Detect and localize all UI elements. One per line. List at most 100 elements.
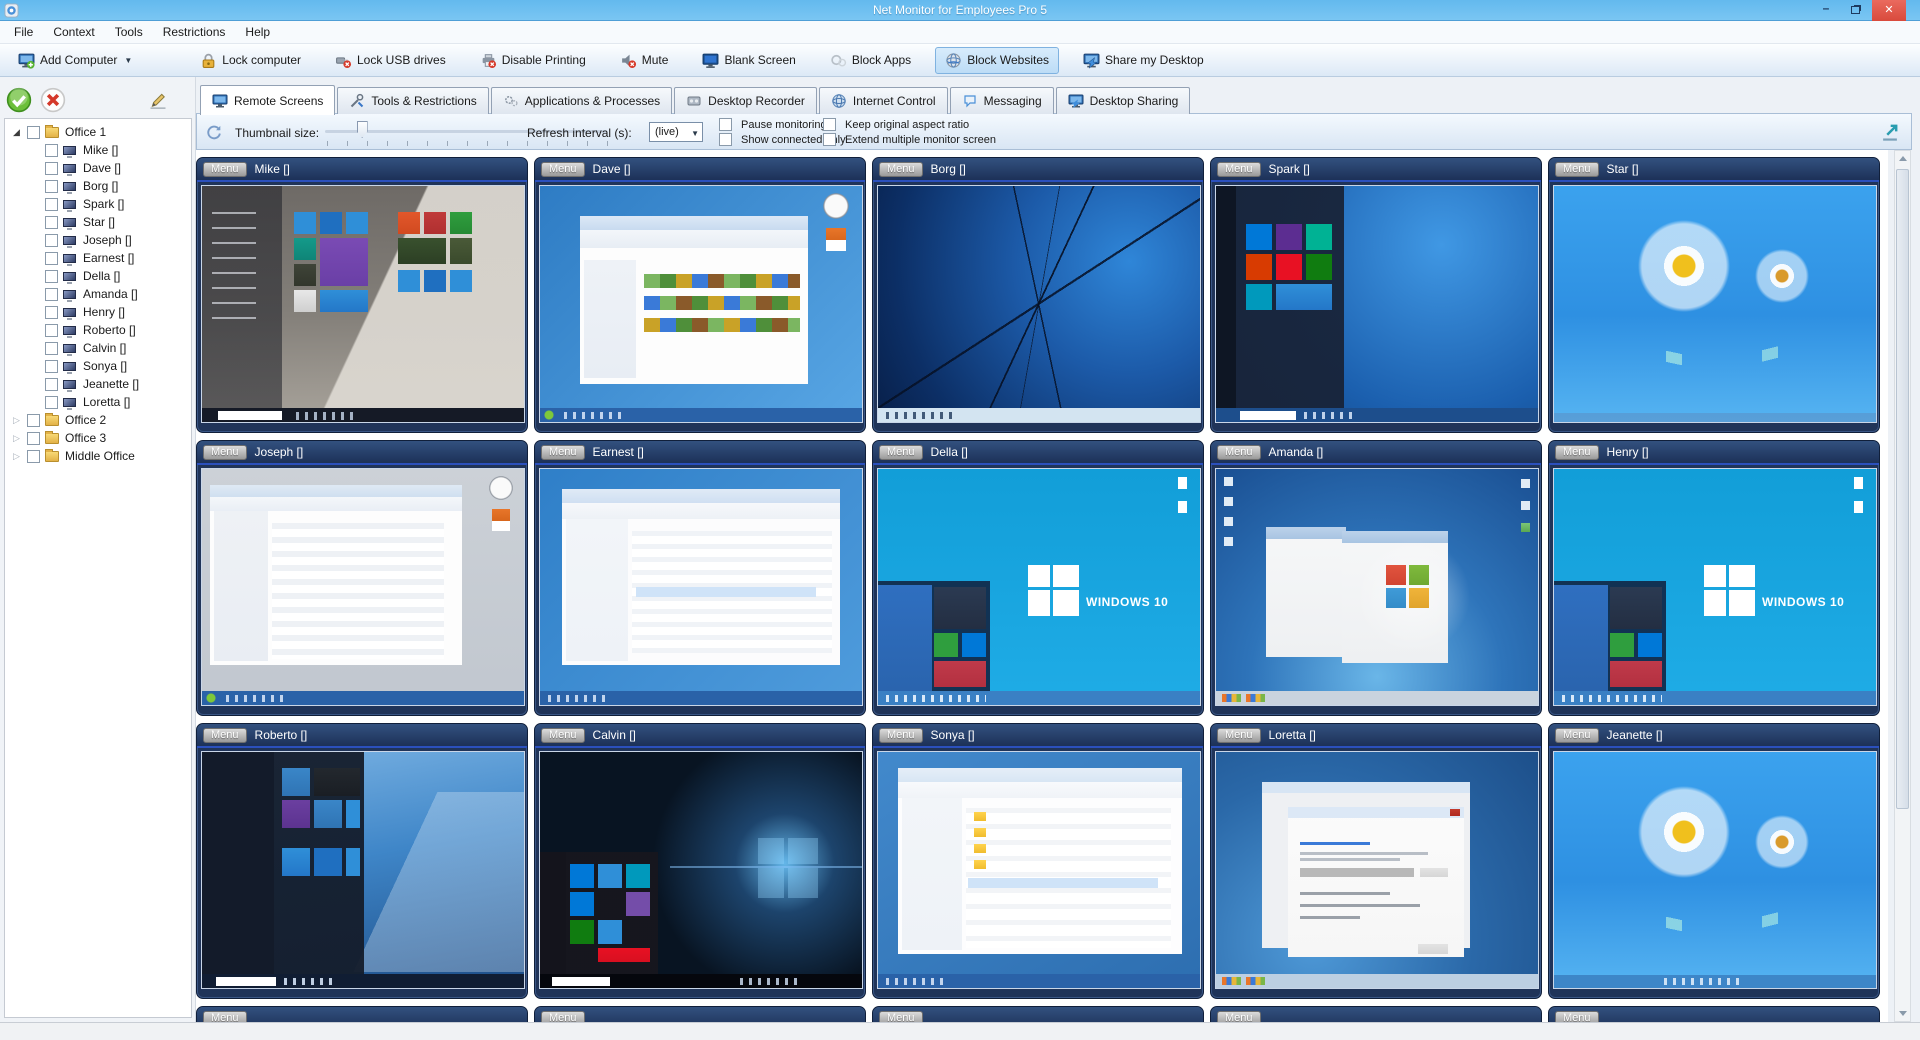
tree-checkbox[interactable] [45,234,58,247]
card-menu-button[interactable]: Menu [1555,728,1599,743]
remote-screen-thumbnail[interactable] [1215,468,1539,706]
computer-card-partial[interactable]: Menu [1210,1006,1542,1022]
tree-checkbox[interactable] [45,198,58,211]
scroll-down-button[interactable] [1895,1005,1910,1021]
menu-tools[interactable]: Tools [105,22,153,42]
tree-checkbox[interactable] [45,162,58,175]
tree-item-roberto[interactable]: Roberto [] [5,321,191,339]
menu-help[interactable]: Help [235,22,280,42]
tree-item-star[interactable]: Star [] [5,213,191,231]
expand-icon[interactable]: ▷ [13,451,27,462]
tab-applications-processes[interactable]: Applications & Processes [491,87,672,114]
tree-item-earnest[interactable]: Earnest [] [5,249,191,267]
tab-messaging[interactable]: Messaging [950,87,1054,114]
apply-button[interactable] [6,87,32,113]
tree-checkbox[interactable] [27,414,40,427]
tree-checkbox[interactable] [45,306,58,319]
checkbox-extend-multiple-monitor-screen[interactable] [823,133,836,146]
tree-group-office-3[interactable]: ▷Office 3 [5,429,191,447]
scroll-up-button[interactable] [1895,151,1910,167]
toolbar-block-websites[interactable]: Block Websites [935,47,1059,74]
tree-item-dave[interactable]: Dave [] [5,159,191,177]
card-menu-button[interactable]: Menu [1555,162,1599,177]
remote-screen-thumbnail[interactable] [1215,751,1539,989]
edit-button[interactable] [148,90,168,110]
card-menu-button[interactable]: Menu [879,728,923,743]
card-menu-button[interactable]: Menu [1217,162,1261,177]
toolbar-block-apps[interactable]: Block Apps [820,47,921,74]
card-menu-button[interactable]: Menu [203,728,247,743]
computer-card-loretta[interactable]: MenuLoretta [] [1210,723,1542,999]
expand-icon[interactable]: ▷ [13,415,27,426]
computer-card-partial[interactable]: Menu [872,1006,1204,1022]
card-menu-button[interactable]: Menu [1217,445,1261,460]
remote-screen-thumbnail[interactable] [1553,751,1877,989]
remote-screen-thumbnail[interactable] [1553,185,1877,423]
remote-screen-thumbnail[interactable]: WINDOWS 10 [1553,468,1877,706]
tree-checkbox[interactable] [45,360,58,373]
computer-card-borg[interactable]: MenuBorg [] [872,157,1204,433]
card-menu-button[interactable]: Menu [1555,1011,1599,1023]
tree-item-calvin[interactable]: Calvin [] [5,339,191,357]
tree-group-office-1[interactable]: ◢Office 1 [5,123,191,141]
card-menu-button[interactable]: Menu [1217,728,1261,743]
remote-screen-thumbnail[interactable] [539,468,863,706]
computer-card-partial[interactable]: Menu [1548,1006,1880,1022]
computer-card-jeanette[interactable]: MenuJeanette [] [1548,723,1880,999]
tree-checkbox[interactable] [27,432,40,445]
card-menu-button[interactable]: Menu [1555,445,1599,460]
checkbox-show-connected-only[interactable] [719,133,732,146]
tree-item-spark[interactable]: Spark [] [5,195,191,213]
tree-item-borg[interactable]: Borg [] [5,177,191,195]
computer-card-spark[interactable]: MenuSpark [] [1210,157,1542,433]
refresh-interval-select[interactable]: (live) ▼ [649,122,703,142]
computer-card-partial[interactable]: Menu [196,1006,528,1022]
computer-card-joseph[interactable]: MenuJoseph [] [196,440,528,716]
tree-checkbox[interactable] [45,216,58,229]
card-menu-button[interactable]: Menu [541,445,585,460]
close-button[interactable]: ✕ [1872,0,1906,21]
tab-desktop-recorder[interactable]: Desktop Recorder [674,87,817,114]
collapse-icon[interactable]: ◢ [13,127,27,138]
tree-checkbox[interactable] [27,126,40,139]
card-menu-button[interactable]: Menu [879,1011,923,1023]
tab-desktop-sharing[interactable]: Desktop Sharing [1056,87,1191,114]
card-menu-button[interactable]: Menu [1217,1011,1261,1023]
computer-card-della[interactable]: MenuDella []WINDOWS 10 [872,440,1204,716]
tree-item-sonya[interactable]: Sonya [] [5,357,191,375]
computer-card-amanda[interactable]: MenuAmanda [] [1210,440,1542,716]
computer-card-roberto[interactable]: MenuRoberto [] [196,723,528,999]
toolbar-share-my-desktop[interactable]: Share my Desktop [1073,47,1214,74]
computer-card-partial[interactable]: Menu [534,1006,866,1022]
remote-screen-thumbnail[interactable] [201,185,525,423]
tree-checkbox[interactable] [45,342,58,355]
computer-card-star[interactable]: MenuStar [] [1548,157,1880,433]
tab-remote-screens[interactable]: Remote Screens [200,85,335,115]
remote-screen-thumbnail[interactable] [201,468,525,706]
menu-context[interactable]: Context [43,22,104,42]
checkbox-keep-original-aspect-ratio[interactable] [823,118,836,131]
toolbar-lock-usb-drives[interactable]: Lock USB drives [325,47,456,74]
tree-item-mike[interactable]: Mike [] [5,141,191,159]
tree-checkbox[interactable] [45,396,58,409]
toolbar-disable-printing[interactable]: Disable Printing [470,47,596,74]
computer-card-sonya[interactable]: MenuSonya [] [872,723,1204,999]
tree-checkbox[interactable] [45,288,58,301]
tree-checkbox[interactable] [45,270,58,283]
checkbox-pause-monitoring[interactable] [719,118,732,131]
toolbar-mute[interactable]: Mute [610,47,679,74]
detach-view-button[interactable] [1879,121,1901,143]
remote-screen-thumbnail[interactable] [877,751,1201,989]
maximize-button[interactable] [1842,0,1870,21]
expand-icon[interactable]: ▷ [13,433,27,444]
card-menu-button[interactable]: Menu [203,1011,247,1023]
card-menu-button[interactable]: Menu [541,162,585,177]
tree-item-henry[interactable]: Henry [] [5,303,191,321]
computer-card-dave[interactable]: MenuDave [] [534,157,866,433]
tab-internet-control[interactable]: Internet Control [819,87,948,114]
remote-screen-thumbnail[interactable] [201,751,525,989]
tree-checkbox[interactable] [45,252,58,265]
remote-screen-thumbnail[interactable] [539,185,863,423]
minimize-button[interactable]: – [1812,0,1840,21]
tree-group-office-2[interactable]: ▷Office 2 [5,411,191,429]
